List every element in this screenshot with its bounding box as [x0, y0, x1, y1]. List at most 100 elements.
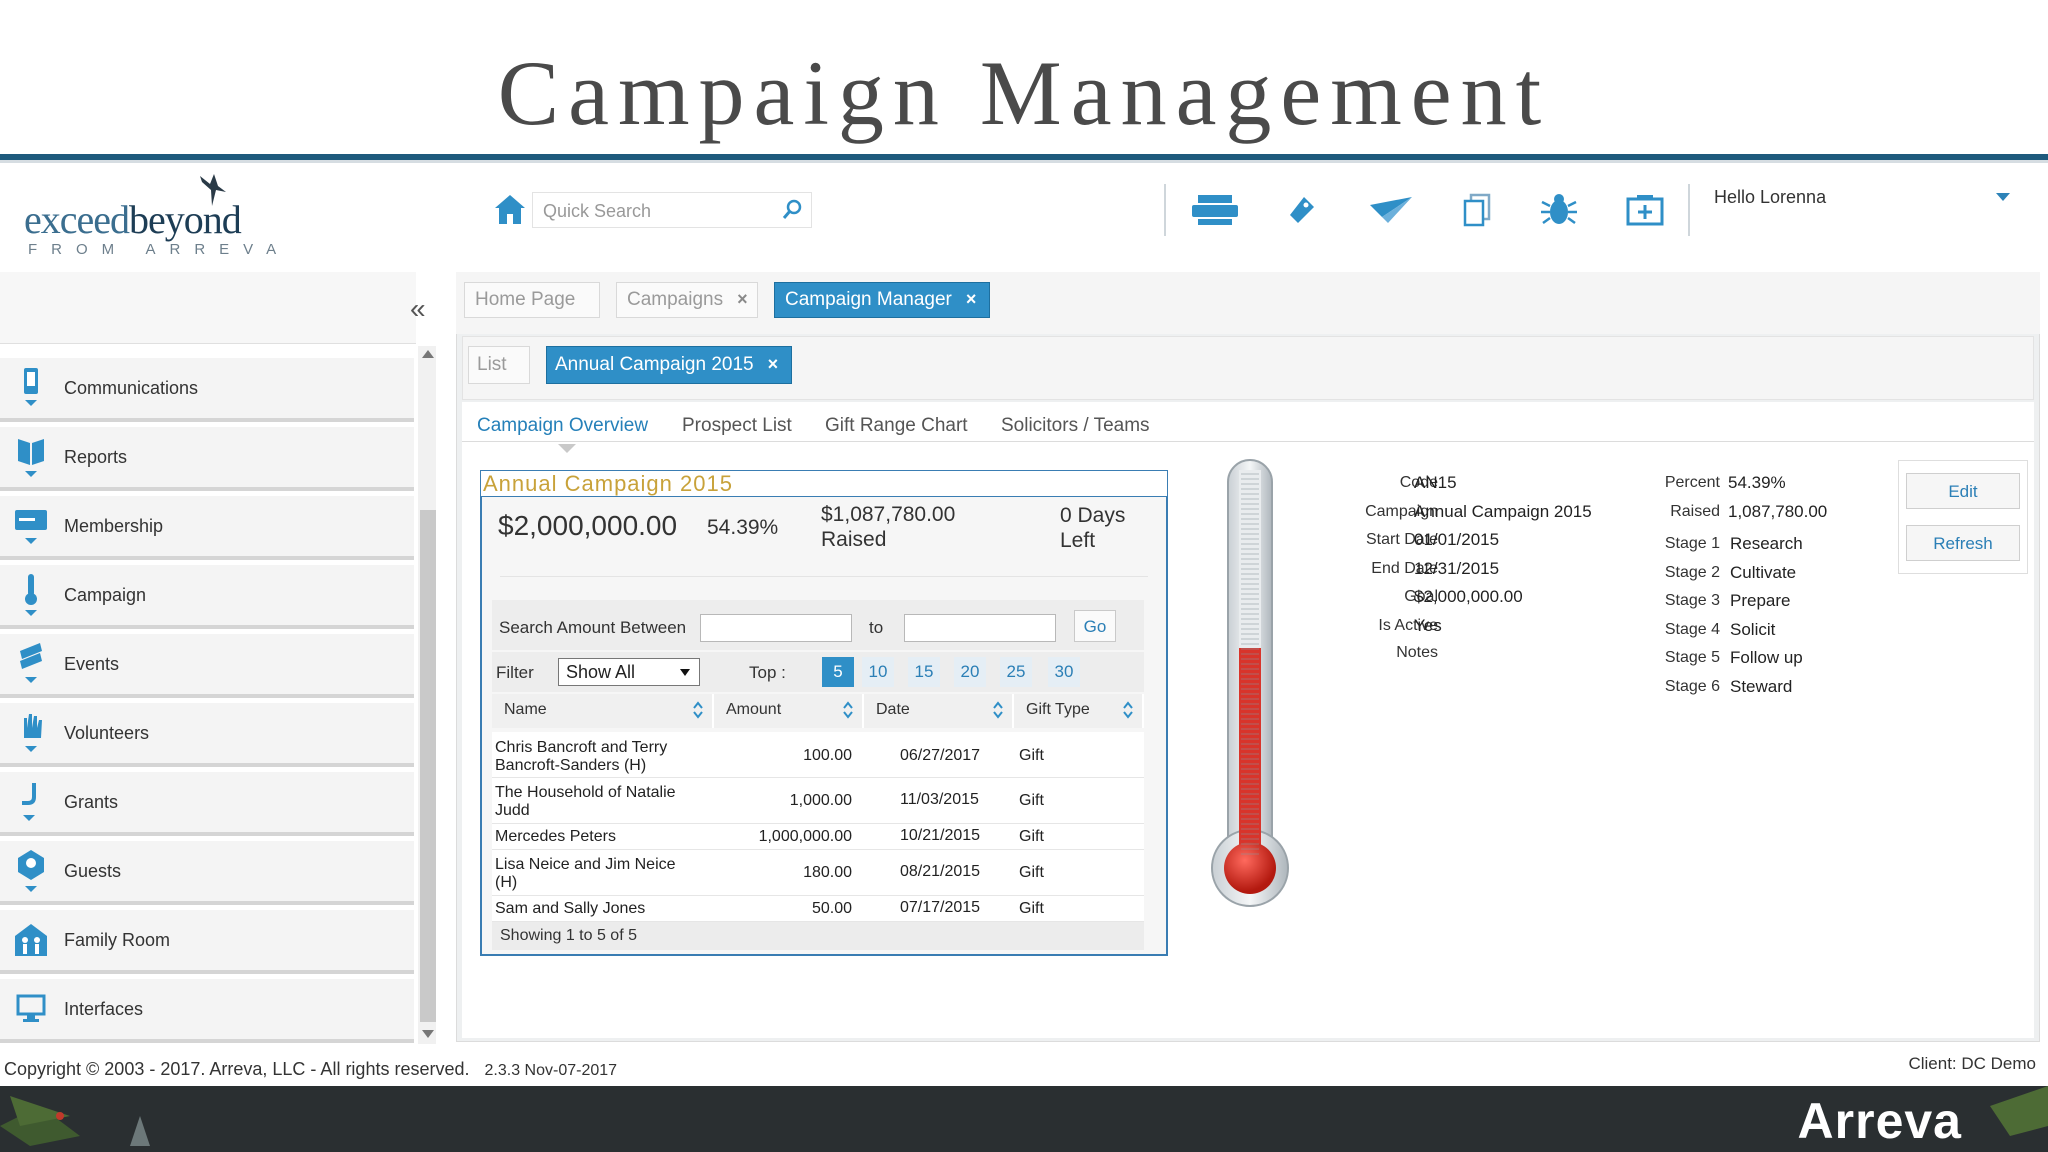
version: 2.3.3 Nov-07-2017 — [484, 1062, 618, 1079]
tab-label: Home Page — [475, 289, 576, 310]
go-button[interactable]: Go — [1074, 610, 1116, 642]
column-name[interactable]: Name — [494, 694, 714, 728]
detail-goal: $2,000,000.00 — [1414, 587, 1523, 606]
copyright: Copyright © 2003 - 2017. Arreva, LLC - A… — [4, 1059, 617, 1080]
top-option-15[interactable]: 15 — [908, 657, 940, 687]
amount-from-input[interactable] — [700, 614, 852, 642]
family-icon — [6, 915, 56, 965]
column-amount[interactable]: Amount — [716, 694, 864, 728]
column-label: Date — [876, 701, 910, 718]
tag-icon[interactable] — [1276, 190, 1326, 230]
close-icon[interactable]: × — [737, 289, 748, 309]
tab-annual-campaign-2015[interactable]: Annual Campaign 2015 × — [546, 346, 792, 384]
cell-date: 06/27/2017 — [900, 747, 981, 764]
brand-logo: Arreva — [1797, 1093, 1962, 1149]
sidebar-item-volunteers[interactable]: Volunteers — [0, 703, 414, 767]
tab-campaigns[interactable]: Campaigns × — [616, 282, 758, 318]
sidebar-item-label: Guests — [64, 860, 122, 881]
tab-campaign-manager[interactable]: Campaign Manager × — [774, 282, 990, 318]
thermometer-icon — [6, 570, 56, 620]
pine-branches-decoration — [0, 1086, 2048, 1146]
tab-list[interactable]: List — [468, 346, 530, 384]
tab-solicitors-teams[interactable]: Solicitors / Teams — [1001, 415, 1150, 437]
sidebar-item-events[interactable]: Events — [0, 634, 414, 698]
add-panel-icon[interactable] — [1620, 190, 1670, 230]
thermometer-icon — [1211, 459, 1289, 907]
sidebar-item-interfaces[interactable]: Interfaces — [0, 979, 414, 1043]
scroll-down-icon[interactable] — [422, 1030, 434, 1038]
tab-campaign-overview[interactable]: Campaign Overview — [477, 415, 648, 437]
sort-icon[interactable] — [992, 700, 1004, 720]
copy-icon[interactable] — [1452, 190, 1502, 230]
sidebar-item-family-room[interactable]: Family Room — [0, 910, 414, 974]
logo[interactable]: exceedbeyond FROM ARREVA — [24, 196, 290, 258]
cell-amount: 1,000.00 — [789, 792, 852, 809]
detail-stage-2: Cultivate — [1730, 563, 1797, 582]
detail-is-active: Yes — [1414, 616, 1442, 635]
cell-name: Lisa Neice and Jim Neice (H) — [495, 856, 676, 891]
close-icon[interactable]: × — [768, 354, 779, 374]
detail-label: Percent — [1664, 474, 1720, 491]
collapse-sidebar-icon[interactable]: « — [410, 293, 426, 325]
sort-icon[interactable] — [842, 700, 854, 720]
sort-icon[interactable] — [692, 700, 704, 720]
detail-stage-1: Research — [1730, 534, 1803, 553]
card-divider — [500, 576, 1148, 577]
copyright-text: Copyright © 2003 - 2017. Arreva, LLC - A… — [4, 1059, 470, 1079]
tab-prospect-list[interactable]: Prospect List — [682, 415, 792, 437]
cell-gift-type: Gift — [1019, 828, 1044, 845]
top-option-25[interactable]: 25 — [1000, 657, 1032, 687]
close-icon[interactable]: × — [966, 289, 977, 309]
top-option-20[interactable]: 20 — [954, 657, 986, 687]
send-icon[interactable] — [1366, 190, 1416, 230]
raised-amount: $1,087,780.00 — [821, 503, 956, 526]
sidebar-item-communications[interactable]: Communications — [0, 358, 414, 422]
campaign-goal: $2,000,000.00 — [498, 510, 678, 541]
cell-amount: 50.00 — [811, 900, 852, 917]
cell-gift-type: Gift — [1019, 864, 1044, 881]
column-date[interactable]: Date — [866, 694, 1014, 728]
sidebar-item-guests[interactable]: Guests — [0, 841, 414, 905]
search-icon[interactable] — [781, 199, 803, 221]
cell-name: Sam and Sally Jones — [495, 900, 646, 917]
client-name: Client: DC Demo — [1908, 1054, 2036, 1073]
sidebar-item-label: Membership — [64, 515, 164, 536]
edit-button[interactable]: Edit — [1906, 473, 2020, 509]
home-icon[interactable] — [492, 192, 528, 228]
chevron-down-icon[interactable] — [680, 669, 690, 676]
sidebar-item-grants[interactable]: Grants — [0, 772, 414, 836]
printer-icon[interactable] — [1190, 190, 1240, 230]
sidebar-item-reports[interactable]: Reports — [0, 427, 414, 491]
sidebar-item-campaign[interactable]: Campaign — [0, 565, 414, 629]
top-option-5[interactable]: 5 — [822, 657, 854, 687]
cell-amount: 1,000,000.00 — [758, 828, 852, 845]
tab-gift-range-chart[interactable]: Gift Range Chart — [825, 415, 968, 437]
refresh-button[interactable]: Refresh — [1906, 525, 2020, 561]
column-gift-type[interactable]: Gift Type — [1016, 694, 1144, 728]
top-option-10[interactable]: 10 — [862, 657, 894, 687]
sidebar-scroll-thumb[interactable] — [420, 510, 436, 1022]
tab-home-page[interactable]: Home Page — [464, 282, 600, 318]
user-greeting[interactable]: Hello Lorenna — [1714, 187, 1826, 208]
scroll-up-icon[interactable] — [422, 350, 434, 358]
tab-label: Campaign Manager — [785, 289, 952, 310]
detail-label: Stage 1 — [1664, 535, 1720, 552]
cell-name: Mercedes Peters — [495, 828, 616, 845]
amount-to-input[interactable] — [904, 614, 1056, 642]
cell-name: The Household of Natalie Judd — [495, 784, 676, 819]
filter-value: Show All — [566, 662, 636, 682]
card-title: Annual Campaign 2015 — [481, 471, 1167, 497]
sort-icon[interactable] — [1122, 700, 1134, 720]
header-divider — [1688, 184, 1690, 236]
detail-label: Stage 5 — [1664, 649, 1720, 666]
bug-icon[interactable] — [1534, 190, 1584, 230]
tab-label: Campaigns — [627, 289, 724, 310]
search-input[interactable] — [543, 201, 773, 222]
filter-select[interactable]: Show All — [558, 658, 700, 686]
days-left: 0 Days Left — [1060, 503, 1125, 553]
detail-label: Stage 2 — [1664, 564, 1720, 581]
user-menu-chevron-icon[interactable] — [1996, 193, 2010, 201]
top-option-30[interactable]: 30 — [1048, 657, 1080, 687]
sidebar-item-membership[interactable]: Membership — [0, 496, 414, 560]
detail-start-date: 01/01/2015 — [1414, 530, 1500, 549]
